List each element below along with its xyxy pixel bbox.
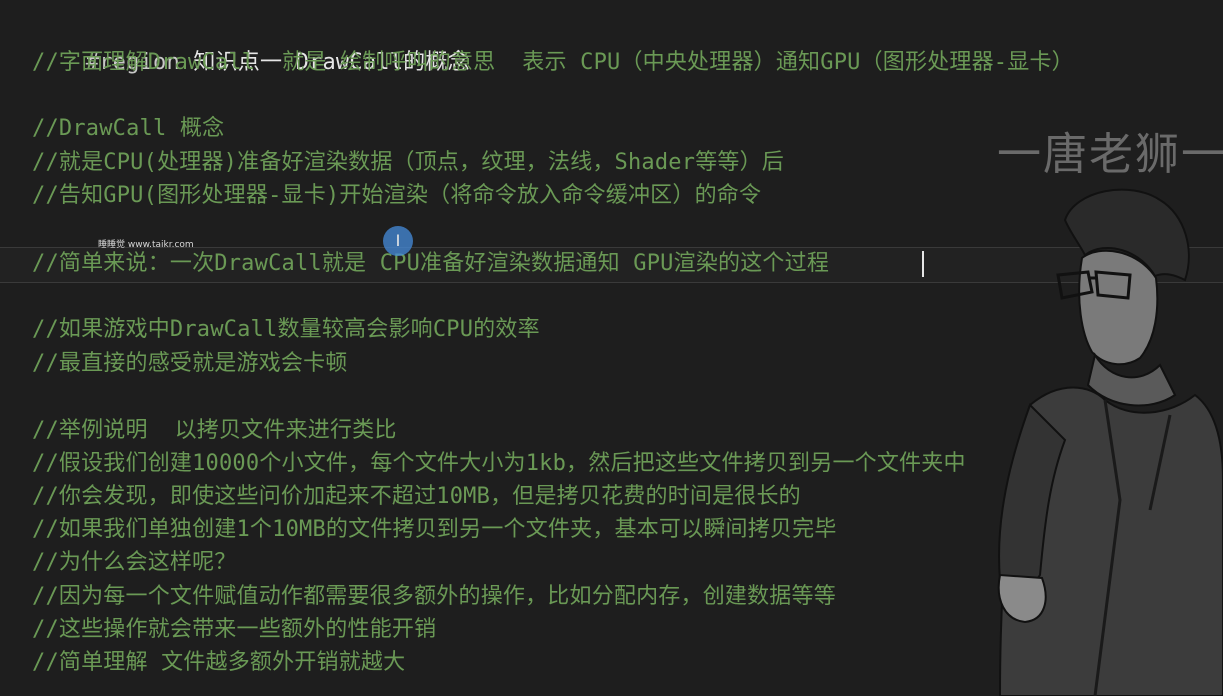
code-line[interactable]: //因为每一个文件赋值动作都需要很多额外的操作，比如分配内存，创建数据等等 [32,580,836,614]
site-watermark: 睡睡觉 www.taikr.com [98,240,194,250]
code-line[interactable]: //字面理解DrawCall 就是 绘制呼叫的意思 表示 CPU（中央处理器）通… [32,46,1074,80]
code-line[interactable]: //告知GPU(图形处理器-显卡)开始渲染（将命令放入命令缓冲区）的命令 [32,179,761,213]
author-watermark: 一唐老狮一 [997,129,1223,180]
code-line[interactable]: //这些操作就会带来一些额外的性能开销 [32,613,436,647]
code-line[interactable]: //简单理解 文件越多额外开销就越大 [32,646,405,680]
code-editor[interactable]: #region 知识点一 DrawCall的概念 //字面理解DrawCall … [0,0,1223,696]
ibeam-cursor-icon: I [395,231,401,250]
code-line[interactable]: //举例说明 以拷贝文件来进行类比 [32,414,397,448]
code-line-region[interactable]: #region 知识点一 DrawCall的概念 [32,12,470,75]
code-line[interactable]: //为什么会这样呢？ [32,546,237,580]
code-line[interactable]: //最直接的感受就是游戏会卡顿 [32,347,348,381]
code-line[interactable]: //如果我们单独创建1个10MB的文件拷贝到另一个文件夹，基本可以瞬间拷贝完毕 [32,513,837,547]
code-line[interactable]: //就是CPU(处理器)准备好渲染数据（顶点，纹理，法线，Shader等等）后 [32,146,784,180]
code-line[interactable]: //DrawCall 概念 [32,112,224,146]
code-line-current[interactable]: //简单来说：一次DrawCall就是 CPU准备好渲染数据通知 GPU渲染的这… [32,247,829,281]
text-caret [922,251,924,277]
code-line[interactable]: //如果游戏中DrawCall数量较高会影响CPU的效率 [32,313,540,347]
code-line[interactable]: //你会发现，即使这些问价加起来不超过10MB，但是拷贝花费的时间是很长的 [32,480,801,514]
mouse-cursor-icon: I [383,226,413,256]
code-line[interactable]: //假设我们创建10000个小文件，每个文件大小为1kb，然后把这些文件拷贝到另… [32,447,966,481]
character-illustration [997,188,1223,696]
